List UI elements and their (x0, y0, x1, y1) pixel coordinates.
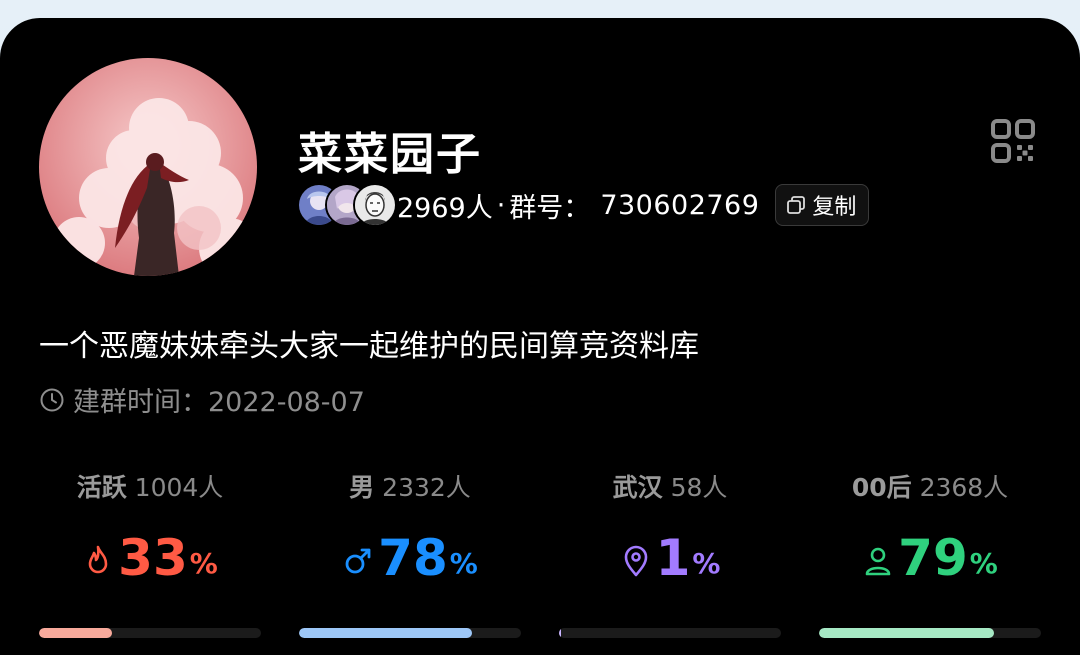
group-number: 730602769 (600, 189, 760, 221)
stat-percent: 33 (118, 529, 188, 587)
progress-fill (299, 628, 473, 638)
stat-key: 00后 (851, 473, 912, 502)
group-description: 一个恶魔妹妹牵头大家一起维护的民间算竞资料库 (39, 329, 699, 364)
progress-bar (299, 628, 521, 638)
stat-age[interactable]: 00后 2368人 79 % (819, 468, 1041, 638)
stat-value: 58人 (670, 473, 728, 502)
male-icon (345, 548, 371, 574)
stats-row: 活跃 1004人 33 % 男 2332人 78 % 武汉 58人 1 % 00… (0, 468, 1080, 638)
stat-key: 男 (349, 473, 375, 502)
stat-unit: % (969, 547, 998, 580)
copy-label: 复制 (812, 195, 857, 220)
stat-unit: % (189, 547, 218, 580)
stat-value: 2332人 (382, 473, 471, 502)
stat-value: 2368人 (919, 473, 1009, 502)
member-avatar (353, 183, 397, 227)
progress-fill (39, 628, 113, 638)
stat-unit: % (692, 547, 721, 580)
separator-dot: · (496, 189, 506, 221)
progress-fill (819, 628, 995, 638)
progress-fill (559, 628, 562, 638)
progress-bar (39, 628, 261, 638)
created-label: 建群时间： (73, 387, 208, 418)
member-info-row: 2969人 · 群号： 730602769 复制 (297, 183, 870, 227)
progress-bar (559, 628, 781, 638)
created-date: 2022-08-07 (208, 387, 365, 418)
group-avatar[interactable] (39, 58, 257, 276)
clock-icon (40, 388, 64, 411)
progress-bar (819, 628, 1041, 638)
copy-button[interactable]: 复制 (775, 184, 870, 226)
group-profile-card: 菜菜园子 2969人 · 群号： 730602769 复制 一个恶魔妹妹牵头大家… (0, 18, 1080, 655)
location-icon (624, 545, 647, 577)
group-name: 菜菜园子 (298, 129, 482, 180)
stat-unit: % (449, 547, 478, 580)
stat-percent: 79 (898, 529, 968, 587)
stat-percent: 78 (378, 529, 448, 587)
stat-male[interactable]: 男 2332人 78 % (299, 468, 521, 638)
copy-icon (787, 196, 806, 214)
stat-location[interactable]: 武汉 58人 1 % (559, 468, 781, 638)
stat-percent: 1 (655, 529, 691, 587)
created-info: 建群时间：2022-08-07 (39, 380, 365, 419)
stat-active[interactable]: 活跃 1004人 33 % (39, 468, 261, 638)
qr-code-icon[interactable] (990, 118, 1036, 164)
group-number-label: 群号： (509, 192, 591, 224)
stat-key: 活跃 (76, 473, 127, 502)
member-avatars[interactable] (297, 183, 397, 227)
stat-key: 武汉 (612, 473, 663, 502)
person-icon (865, 547, 891, 576)
member-count: 2969人 (397, 192, 493, 224)
stat-value: 1004人 (134, 473, 224, 502)
flame-icon (88, 545, 108, 574)
